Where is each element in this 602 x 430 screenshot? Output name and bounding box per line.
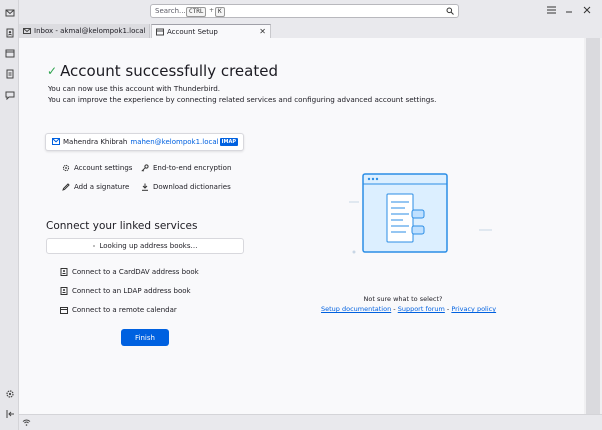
setup-illustration (344, 162, 494, 272)
tasks-icon[interactable] (4, 68, 15, 79)
key-icon (140, 163, 149, 172)
account-settings-link[interactable]: Account settings (61, 163, 132, 172)
help-question: Not sure what to select? (363, 295, 443, 303)
pen-icon (61, 182, 70, 191)
address-book-icon[interactable] (4, 27, 15, 38)
search-icon (446, 7, 454, 15)
connect-ldap-link[interactable]: Connect to an LDAP address book (59, 286, 191, 295)
protocol-badge: IMAP (219, 138, 238, 146)
linked-services-title: Connect your linked services (46, 220, 198, 232)
tab-label: Inbox - akmal@kelompok1.local (34, 27, 146, 35)
chat-icon[interactable] (4, 89, 15, 100)
search-placeholder: Search... (155, 7, 186, 15)
privacy-policy-link[interactable]: Privacy policy (451, 305, 496, 313)
account-card: Mahendra Khibrah mahen@kelompok1.local I… (45, 133, 244, 151)
download-icon (140, 182, 149, 191)
address-book-lookup-status: Looking up address books… (46, 238, 244, 254)
account-setup-page: ✓ Account successfully created You can n… (19, 38, 584, 414)
mail-icon[interactable] (4, 7, 15, 18)
settings-icon[interactable] (4, 388, 15, 399)
status-bar (19, 414, 602, 430)
support-forum-link[interactable]: Support forum (398, 305, 445, 313)
shortcut-key-ctrl: CTRL (186, 7, 207, 17)
wifi-icon[interactable] (22, 418, 31, 429)
close-tab-icon[interactable]: ✕ (259, 27, 266, 36)
tab-strip: Inbox - akmal@kelompok1.local Account Se… (19, 22, 602, 38)
close-window-icon[interactable] (582, 5, 592, 15)
connect-calendar-link[interactable]: Connect to a remote calendar (59, 305, 177, 314)
shortcut-plus: + (209, 7, 215, 14)
scrollbar-thumb[interactable] (586, 38, 600, 414)
scrollbar[interactable] (584, 38, 602, 414)
help-links: Setup documentation - Support forum - Pr… (321, 305, 496, 313)
spinner-icon (92, 245, 95, 247)
spaces-toolbar (0, 0, 19, 430)
envelope-icon (52, 137, 60, 147)
download-dictionaries-link[interactable]: Download dictionaries (140, 182, 231, 191)
unified-toolbar: Search... CTRL + K (19, 0, 602, 22)
calendar-icon[interactable] (4, 47, 15, 58)
account-name: Mahendra Khibrah (63, 138, 128, 146)
subtitle-line-1: You can now use this account with Thunde… (48, 84, 221, 93)
setup-documentation-link[interactable]: Setup documentation (321, 305, 391, 313)
connect-carddav-link[interactable]: Connect to a CardDAV address book (59, 267, 199, 276)
account-setup-tab-icon (156, 28, 164, 36)
subtitle-line-2: You can improve the experience by connec… (48, 95, 437, 104)
e2e-encryption-link[interactable]: End-to-end encryption (140, 163, 231, 172)
gear-icon (61, 163, 70, 172)
tab-account-setup[interactable]: Account Setup ✕ (151, 24, 271, 38)
minimize-icon[interactable] (564, 5, 574, 15)
address-book-icon (59, 286, 68, 295)
checkmark-icon: ✓ (47, 64, 58, 78)
address-book-icon (59, 267, 68, 276)
search-input[interactable]: Search... CTRL + K (150, 4, 459, 18)
calendar-icon (59, 305, 68, 314)
tab-label: Account Setup (167, 27, 218, 36)
account-email: mahen@kelompok1.local (130, 138, 219, 146)
shortcut-key-k: K (215, 7, 225, 17)
page-title: ✓ Account successfully created (47, 62, 278, 80)
mail-tab-icon (23, 27, 31, 35)
tab-inbox[interactable]: Inbox - akmal@kelompok1.local (19, 24, 150, 38)
collapse-icon[interactable] (4, 408, 15, 419)
add-signature-link[interactable]: Add a signature (61, 182, 129, 191)
menu-icon[interactable] (546, 5, 556, 15)
thunderbird-window: Search... CTRL + K Inbox - akmal@kelompo… (0, 0, 602, 430)
finish-button[interactable]: Finish (121, 329, 169, 346)
